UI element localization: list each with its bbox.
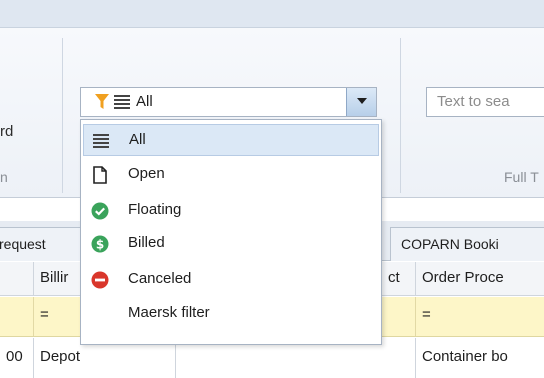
- dropdown-item-label: Open: [128, 165, 165, 182]
- column-header[interactable]: [0, 262, 34, 295]
- dropdown-item-label: Maersk filter: [128, 304, 210, 321]
- list-lines-icon: [92, 132, 110, 150]
- filter-cell[interactable]: [382, 297, 416, 336]
- document-icon: [91, 166, 109, 184]
- check-circle-icon: [91, 202, 109, 220]
- no-entry-icon: [91, 271, 109, 289]
- dollar-circle-icon: $: [91, 235, 109, 253]
- status-filter-combo[interactable]: All: [80, 87, 377, 117]
- list-lines-icon: [114, 95, 130, 114]
- tab-request[interactable]: request: [0, 227, 88, 261]
- ribbon-tab-strip: [0, 0, 544, 28]
- combo-dropdown-button[interactable]: [346, 88, 376, 116]
- dropdown-item-maersk-filter[interactable]: Maersk filter: [83, 298, 379, 330]
- status-filter-dropdown: All Open Floating $ Billed Canceled Maer…: [80, 119, 382, 345]
- column-header-billing[interactable]: Billir: [34, 262, 82, 295]
- filter-cell[interactable]: [0, 297, 34, 336]
- dropdown-item-label: Billed: [128, 234, 165, 251]
- tab-label: COPARN Booki: [401, 236, 499, 252]
- filter-cell-order-process[interactable]: =: [416, 297, 544, 336]
- chevron-down-icon: [357, 98, 367, 104]
- filter-cell-billing[interactable]: =: [34, 297, 82, 336]
- dropdown-item-canceled[interactable]: Canceled: [83, 264, 379, 296]
- dropdown-item-label: Floating: [128, 201, 182, 218]
- dropdown-item-billed[interactable]: $ Billed: [83, 228, 379, 260]
- fulltext-search-input[interactable]: Text to sea: [426, 87, 544, 117]
- ribbon-button-label[interactable]: rd: [0, 123, 13, 140]
- tab-label: request: [0, 236, 46, 252]
- table-cell: Container bo: [422, 348, 508, 365]
- combo-value: All: [136, 93, 153, 110]
- dropdown-item-label: Canceled: [128, 270, 192, 287]
- svg-text:$: $: [96, 238, 104, 252]
- tab-coparn-booking[interactable]: COPARN Booki: [390, 227, 544, 261]
- dropdown-item-all[interactable]: All: [83, 124, 379, 156]
- search-placeholder: Text to sea: [437, 93, 510, 110]
- column-header-product[interactable]: ct: [382, 262, 416, 295]
- dropdown-item-open[interactable]: Open: [83, 159, 379, 191]
- ribbon-group-fulltext-label: Full T: [504, 169, 539, 185]
- dropdown-item-label: All: [129, 131, 146, 148]
- column-header-order-process[interactable]: Order Proce: [416, 262, 544, 295]
- ribbon-separator: [400, 38, 401, 193]
- ribbon-group-label: n: [0, 169, 8, 185]
- funnel-icon: [95, 94, 109, 114]
- dropdown-item-floating[interactable]: Floating: [83, 195, 379, 227]
- ribbon-separator: [62, 38, 63, 193]
- table-cell: 00: [0, 338, 34, 378]
